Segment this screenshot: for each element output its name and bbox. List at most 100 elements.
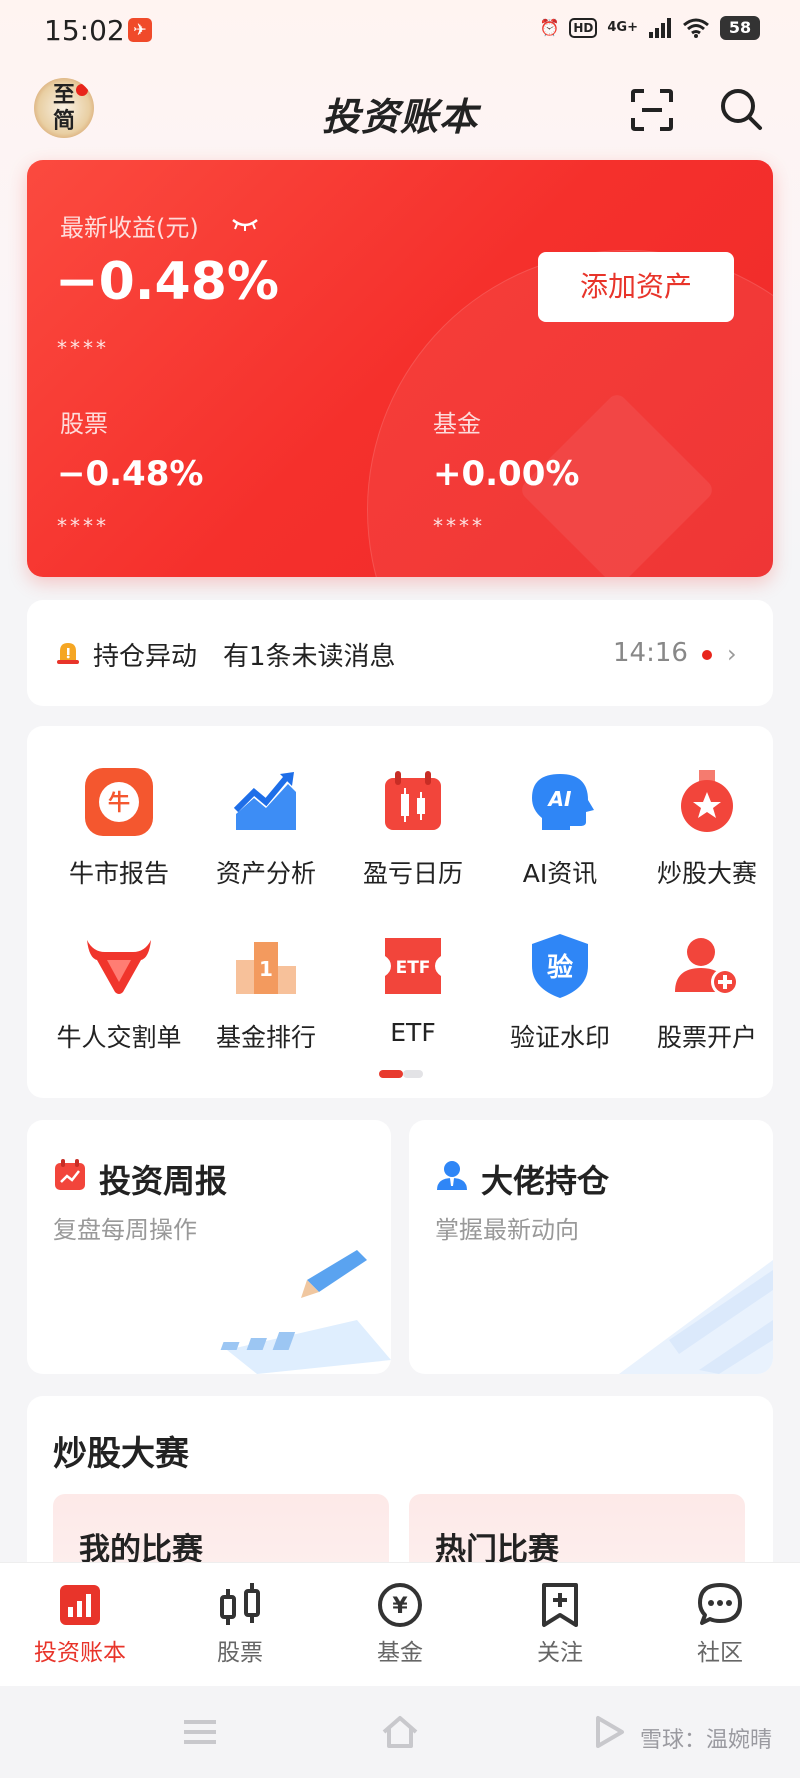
grid-label: 牛市报告 <box>68 859 169 888</box>
fund-label: 基金 <box>433 410 481 438</box>
grid-item-bull-report[interactable]: 牛 牛市报告 <box>49 756 189 906</box>
latest-income-label: 最新收益(元) <box>60 214 199 242</box>
weekly-report-card[interactable]: 投资周报 复盘每周操作 <box>27 1120 391 1374</box>
notification-app-icon: ✈ <box>128 18 152 42</box>
alert-bell-icon <box>57 643 79 664</box>
tab-label: 投资账本 <box>34 1640 126 1666</box>
tab-ledger[interactable]: 投资账本 <box>0 1563 160 1687</box>
fund-rank-icon: 1 <box>236 942 296 994</box>
function-grid: 牛 牛市报告 资产分析 盈亏日历 AI AI资讯 炒股大赛 牛人交割单 1 基金… <box>27 726 773 1098</box>
grid-item-asset-analysis[interactable]: 资产分析 <box>196 756 336 906</box>
person-icon <box>437 1161 467 1190</box>
chevron-right-icon: › <box>727 640 737 668</box>
grid-item-bull-trades[interactable]: 牛人交割单 <box>49 920 189 1070</box>
grid-label: AI资讯 <box>522 859 598 888</box>
status-time: 15:02 <box>44 14 125 47</box>
latest-income-mask: **** <box>57 336 109 360</box>
grid-label: 验证水印 <box>509 1023 610 1052</box>
big-holdings-subtitle: 掌握最新动向 <box>435 1216 579 1244</box>
bull-report-icon: 牛 <box>85 768 153 836</box>
tab-label: 基金 <box>377 1640 423 1666</box>
menu-nav-icon[interactable] <box>180 1712 220 1752</box>
search-icon[interactable] <box>718 86 764 132</box>
wifi-icon <box>683 18 709 38</box>
grid-item-etf[interactable]: ETF ETF <box>343 920 483 1070</box>
ai-news-icon: AI <box>532 774 594 830</box>
alarm-icon: ⏰ <box>539 18 560 37</box>
open-account-icon <box>675 938 739 996</box>
scan-icon[interactable] <box>630 88 674 132</box>
candlestick-icon <box>220 1583 260 1625</box>
yen-glyph: ¥ <box>392 1594 408 1619</box>
page-indicator-inactive <box>403 1070 423 1078</box>
contest-medal-icon <box>681 770 733 832</box>
weekly-report-title: 投资周报 <box>99 1162 228 1200</box>
network-label: 4G+ <box>607 20 638 35</box>
page-title: 投资账本 <box>321 95 478 139</box>
rank-glyph: 1 <box>259 957 273 981</box>
holding-alert-row[interactable]: 持仓异动 有1条未读消息 14:16 › <box>27 600 773 706</box>
chat-bubble-icon <box>698 1583 742 1625</box>
grid-item-ai-news[interactable]: AI AI资讯 <box>490 756 630 906</box>
big-holdings-title: 大佬持仓 <box>481 1162 610 1200</box>
etf-ticket-icon: ETF <box>385 938 441 994</box>
hd-icon: HD <box>569 18 598 38</box>
grid-item-open-account[interactable]: 股票开户 <box>637 920 777 1070</box>
pnl-calendar-icon <box>385 771 441 830</box>
data-illustration <box>619 1260 773 1374</box>
fund-value: +0.00% <box>433 454 580 494</box>
bull-glyph: 牛 <box>108 790 130 816</box>
grid-item-contest[interactable]: 炒股大赛 <box>637 756 777 906</box>
tab-label: 股票 <box>217 1640 263 1666</box>
tab-funds[interactable]: ¥ 基金 <box>320 1563 480 1687</box>
unread-dot <box>702 650 712 660</box>
page-indicator-active <box>379 1070 403 1078</box>
weekly-report-subtitle: 复盘每周操作 <box>53 1216 197 1244</box>
grid-label: 资产分析 <box>215 859 316 888</box>
page-indicator <box>379 1070 423 1078</box>
home-nav-icon[interactable] <box>380 1712 420 1752</box>
add-asset-button[interactable]: 添加资产 <box>538 252 734 322</box>
bookmark-plus-icon <box>542 1583 578 1627</box>
yen-circle-icon: ¥ <box>378 1583 422 1627</box>
alert-title: 持仓异动 <box>93 642 198 672</box>
grid-item-verify-watermark[interactable]: 验 验证水印 <box>490 920 630 1070</box>
verify-shield-icon: 验 <box>532 934 588 998</box>
tab-label: 社区 <box>697 1640 743 1666</box>
grid-item-pnl-calendar[interactable]: 盈亏日历 <box>343 756 483 906</box>
alert-time: 14:16 <box>613 638 688 668</box>
bull-head-icon <box>87 940 151 994</box>
asset-summary-card[interactable]: 最新收益(元) −0.48% **** 添加资产 股票 −0.48% **** … <box>27 160 773 577</box>
grid-label: 牛人交割单 <box>56 1023 182 1052</box>
alert-message: 有1条未读消息 <box>223 642 396 672</box>
ledger-chart-icon <box>60 1585 100 1625</box>
latest-income-value: −0.48% <box>55 252 279 312</box>
grid-label: 盈亏日历 <box>362 859 463 888</box>
grid-label: ETF <box>390 1018 436 1047</box>
app-header: 至简 投资账本 <box>0 64 800 160</box>
back-nav-icon[interactable] <box>590 1712 630 1752</box>
battery-icon: 58 <box>720 16 760 40</box>
big-holdings-card[interactable]: 大佬持仓 掌握最新动向 <box>409 1120 773 1374</box>
grid-label: 基金排行 <box>215 1023 316 1052</box>
weekly-report-icon <box>55 1159 85 1190</box>
stock-mask: **** <box>57 514 109 538</box>
tab-stocks[interactable]: 股票 <box>160 1563 320 1687</box>
verify-glyph: 验 <box>547 952 573 983</box>
stock-value: −0.48% <box>57 454 204 494</box>
bottom-tab-bar: 投资账本 股票 ¥ 基金 关注 社区 <box>0 1562 800 1686</box>
grid-label: 炒股大赛 <box>656 859 757 888</box>
status-indicators: ⏰ HD 4G+ 58 <box>539 16 760 40</box>
tab-watchlist[interactable]: 关注 <box>480 1563 640 1687</box>
grid-label: 股票开户 <box>656 1023 757 1052</box>
stock-label: 股票 <box>60 410 108 438</box>
watermark-text: 雪球：温婉晴 <box>639 1728 772 1753</box>
tab-community[interactable]: 社区 <box>640 1563 800 1687</box>
hide-amount-eye-icon[interactable] <box>231 216 259 232</box>
signal-icon <box>649 18 671 38</box>
etf-glyph: ETF <box>396 958 431 978</box>
status-bar: 15:02 ✈ ⏰ HD 4G+ 58 <box>0 0 800 64</box>
grid-item-fund-rank[interactable]: 1 基金排行 <box>196 920 336 1070</box>
system-nav-bar: 雪球：温婉晴 <box>0 1686 800 1778</box>
asset-analysis-icon <box>233 772 296 830</box>
